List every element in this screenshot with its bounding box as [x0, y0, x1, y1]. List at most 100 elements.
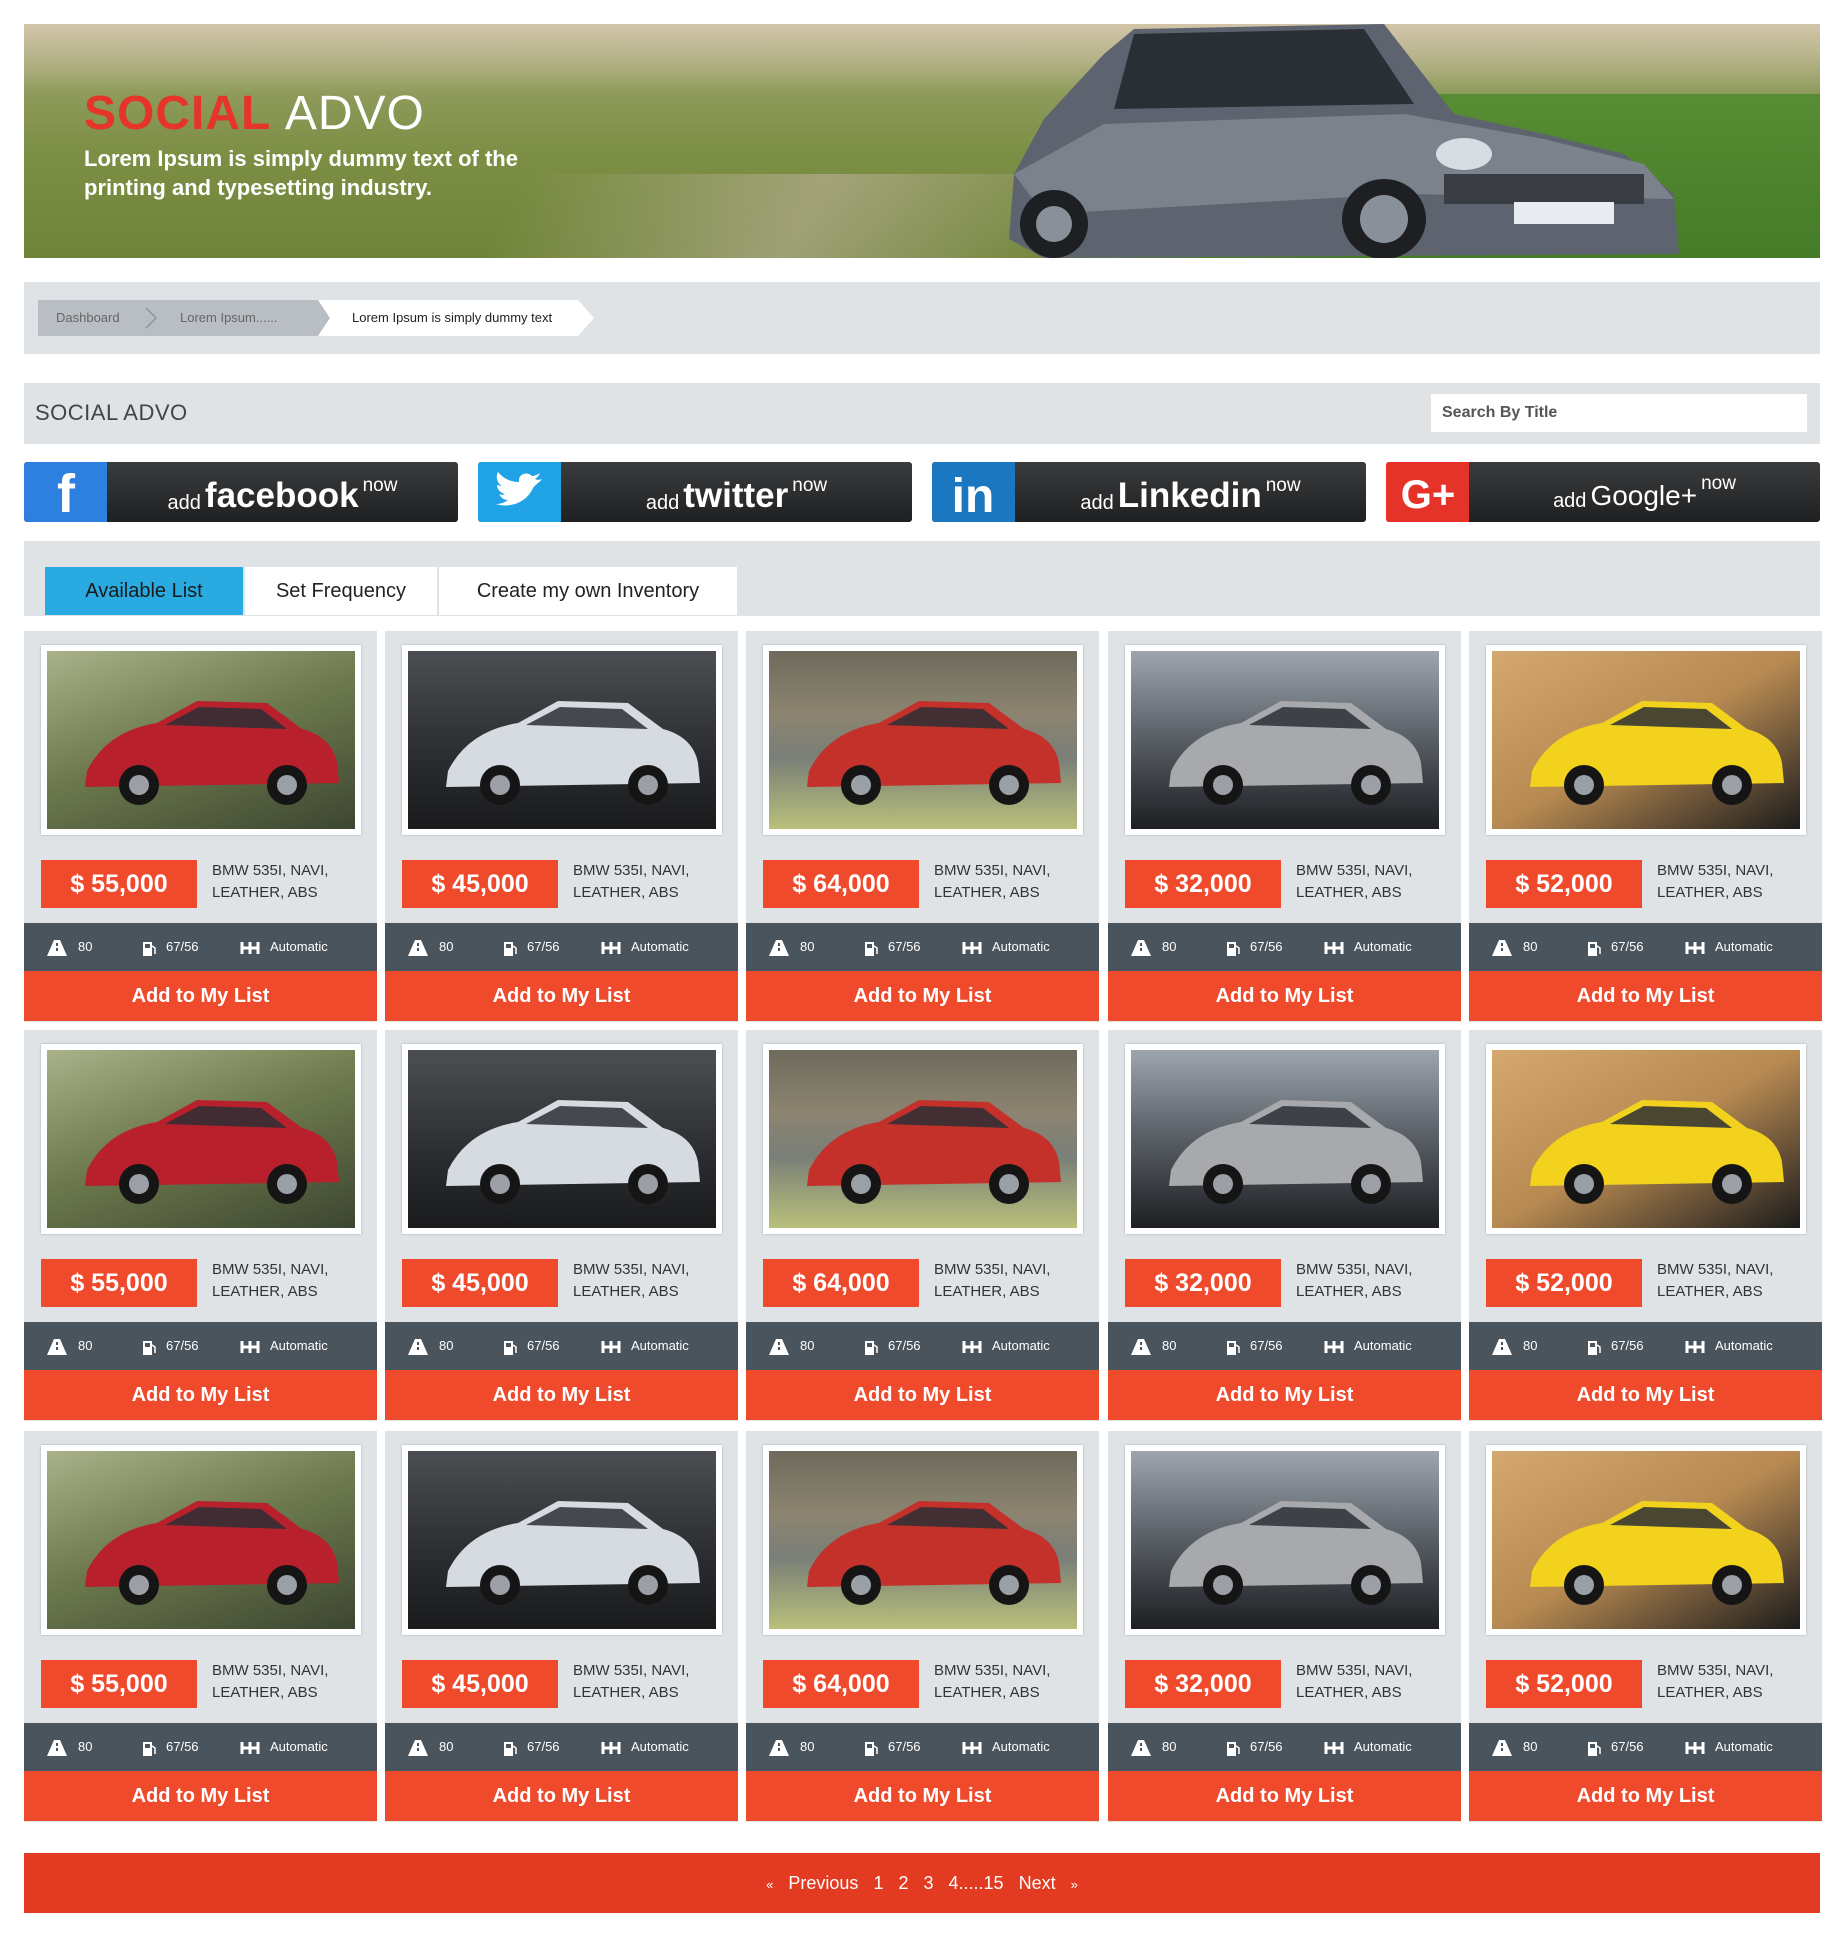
listing-card: $ 52,000 BMW 535I, NAVI, LEATHER, ABS 80 67/… — [1469, 631, 1822, 1022]
road-icon — [1131, 1338, 1151, 1355]
car-photo-frame[interactable] — [41, 1044, 361, 1234]
spec-transmission: Automatic — [1324, 923, 1412, 971]
page-link-3[interactable]: 3 — [924, 1873, 934, 1893]
spec-speed-value: 80 — [78, 939, 93, 954]
road-icon — [408, 939, 428, 956]
car-photo-frame[interactable] — [1125, 645, 1445, 835]
add-to-my-list-button[interactable]: Add to My List — [24, 1370, 377, 1420]
price-badge: $ 32,000 — [1125, 860, 1281, 908]
desc-line-1: BMW 535I, NAVI, — [573, 862, 690, 879]
spec-fuel: 67/56 — [142, 1723, 199, 1771]
fuel-icon — [504, 1741, 517, 1756]
car-photo-frame[interactable] — [402, 1445, 722, 1635]
fuel-icon — [143, 1741, 156, 1756]
desc-line-1: BMW 535I, NAVI, — [573, 1662, 690, 1679]
add-facebook-button[interactable]: f add facebook now — [24, 462, 458, 522]
add-to-my-list-button[interactable]: Add to My List — [746, 971, 1099, 1021]
add-to-my-list-button[interactable]: Add to My List — [1108, 971, 1461, 1021]
listing-card: $ 52,000 BMW 535I, NAVI, LEATHER, ABS 80 67/… — [1469, 1030, 1822, 1421]
fuel-icon — [1588, 1340, 1601, 1355]
google-plus-label: add Google+ now — [1469, 462, 1820, 522]
add-google-plus-button[interactable]: G+ add Google+ now — [1386, 462, 1820, 522]
svg-text:f: f — [57, 464, 76, 522]
search-input[interactable]: Search By Title — [1430, 393, 1808, 433]
social-add-text: add — [167, 492, 201, 514]
desc-line-1: BMW 535I, NAVI, — [1296, 1662, 1413, 1679]
spec-transmission-value: Automatic — [1354, 939, 1412, 954]
spec-speed: 80 — [407, 1322, 453, 1370]
add-to-my-list-button[interactable]: Add to My List — [746, 1771, 1099, 1821]
car-photo-frame[interactable] — [402, 645, 722, 835]
spec-transmission-value: Automatic — [270, 1739, 328, 1754]
social-now-text: now — [1265, 475, 1301, 496]
page-link-2[interactable]: 2 — [898, 1873, 908, 1893]
add-to-my-list-button[interactable]: Add to My List — [1469, 1370, 1822, 1420]
road-icon — [1131, 1739, 1151, 1756]
add-to-my-list-button[interactable]: Add to My List — [1469, 1771, 1822, 1821]
breadcrumb-item-dashboard[interactable]: Dashboard — [56, 300, 120, 336]
linkedin-label: add Linkedin now — [1015, 462, 1366, 522]
fuel-icon — [1588, 941, 1601, 956]
car-photo-frame[interactable] — [763, 645, 1083, 835]
previous-link[interactable]: Previous — [788, 1873, 858, 1893]
gearbox-icon — [1685, 941, 1705, 954]
add-to-my-list-button[interactable]: Add to My List — [746, 1370, 1099, 1420]
add-to-my-list-button[interactable]: Add to My List — [385, 971, 738, 1021]
car-photo-frame[interactable] — [1486, 1445, 1806, 1635]
breadcrumb-item-lorem[interactable]: Lorem Ipsum...... — [180, 300, 278, 336]
car-photo-frame[interactable] — [1486, 1044, 1806, 1234]
car-photo-frame[interactable] — [1125, 1445, 1445, 1635]
spec-fuel: 67/56 — [1587, 1723, 1644, 1771]
car-photo-frame[interactable] — [41, 1445, 361, 1635]
desc-line-2: LEATHER, ABS — [934, 1684, 1040, 1701]
tab-available-list[interactable]: Available List — [45, 567, 243, 615]
spec-fuel: 67/56 — [503, 1322, 560, 1370]
social-name: Google+ — [1590, 480, 1698, 511]
add-to-my-list-button[interactable]: Add to My List — [1108, 1370, 1461, 1420]
page-title: SOCIAL ADVO — [35, 400, 188, 425]
car-description: BMW 535I, NAVI, LEATHER, ABS — [573, 1259, 733, 1303]
add-to-my-list-button[interactable]: Add to My List — [385, 1771, 738, 1821]
spec-speed: 80 — [768, 1723, 814, 1771]
next-arrow-icon[interactable]: » — [1071, 1877, 1078, 1892]
spec-speed-value: 80 — [1523, 1739, 1538, 1754]
spec-transmission: Automatic — [1685, 1723, 1773, 1771]
listing-card: $ 64,000 BMW 535I, NAVI, LEATHER, ABS 80 67/… — [746, 1431, 1099, 1822]
spec-speed-value: 80 — [1162, 1739, 1177, 1754]
add-linkedin-button[interactable]: in add Linkedin now — [932, 462, 1366, 522]
car-photo-frame[interactable] — [763, 1445, 1083, 1635]
desc-line-2: LEATHER, ABS — [1657, 1684, 1763, 1701]
add-to-my-list-button[interactable]: Add to My List — [24, 971, 377, 1021]
next-link[interactable]: Next — [1019, 1873, 1056, 1893]
add-to-my-list-button[interactable]: Add to My List — [24, 1771, 377, 1821]
car-photo-frame[interactable] — [402, 1044, 722, 1234]
add-to-my-list-button[interactable]: Add to My List — [1108, 1771, 1461, 1821]
road-icon — [1492, 939, 1512, 956]
desc-line-1: BMW 535I, NAVI, — [1657, 1261, 1774, 1278]
spec-transmission: Automatic — [601, 1322, 689, 1370]
add-to-my-list-button[interactable]: Add to My List — [1469, 971, 1822, 1021]
car-photo-frame[interactable] — [763, 1044, 1083, 1234]
car-photo-frame[interactable] — [1486, 645, 1806, 835]
spec-fuel: 67/56 — [864, 923, 921, 971]
prev-arrow-icon[interactable]: « — [766, 1877, 773, 1892]
car-photo-frame[interactable] — [1125, 1044, 1445, 1234]
listing-card: $ 45,000 BMW 535I, NAVI, LEATHER, ABS 80 67/… — [385, 1030, 738, 1421]
car-image — [47, 1451, 355, 1629]
price-badge: $ 52,000 — [1486, 1660, 1642, 1708]
social-name: twitter — [683, 476, 789, 515]
spec-fuel-value: 67/56 — [527, 939, 560, 954]
spec-transmission: Automatic — [962, 1723, 1050, 1771]
car-description: BMW 535I, NAVI, LEATHER, ABS — [212, 1660, 372, 1704]
page-link-range[interactable]: 4.....15 — [949, 1873, 1004, 1893]
car-photo-frame[interactable] — [41, 645, 361, 835]
tab-create-inventory[interactable]: Create my own Inventory — [439, 567, 737, 615]
listing-card: $ 64,000 BMW 535I, NAVI, LEATHER, ABS 80 67/… — [746, 631, 1099, 1022]
add-to-my-list-button[interactable]: Add to My List — [385, 1370, 738, 1420]
tab-set-frequency[interactable]: Set Frequency — [245, 567, 437, 615]
spec-bar: 80 67/56 Automatic — [385, 923, 738, 971]
spec-transmission: Automatic — [601, 923, 689, 971]
page-link-1[interactable]: 1 — [873, 1873, 883, 1893]
desc-line-2: LEATHER, ABS — [212, 884, 318, 901]
add-twitter-button[interactable]: add twitter now — [478, 462, 912, 522]
